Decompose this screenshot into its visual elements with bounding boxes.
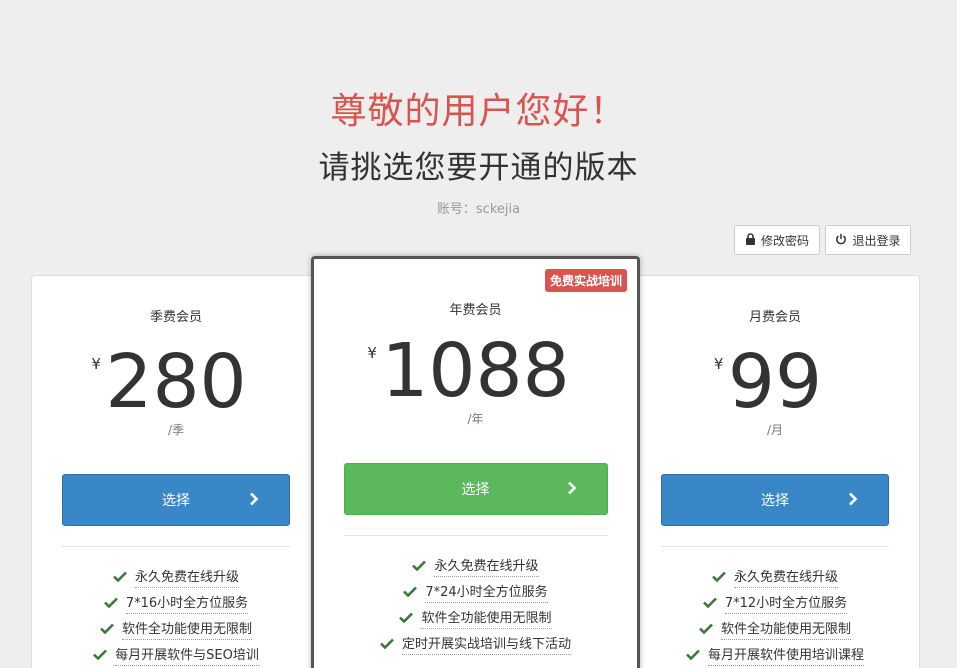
- chevron-right-icon: [848, 492, 858, 510]
- lock-icon: [745, 232, 756, 248]
- check-icon: [403, 586, 418, 601]
- price-value: 1088: [381, 328, 570, 414]
- check-icon: [412, 560, 427, 575]
- check-icon: [93, 649, 108, 664]
- feature-item: 7*16小时全方位服务: [31, 591, 321, 617]
- plan-card-monthly: 月费会员 ¥ 99 /月 选择 永久免费在线升级 7*12小时全方位服务 软件全…: [630, 275, 920, 668]
- greeting-title: 尊敬的用户您好！: [330, 91, 627, 132]
- feature-item: 软件全功能使用无限制: [31, 617, 321, 643]
- logout-button[interactable]: 退出登录: [825, 225, 911, 255]
- currency-symbol: ¥: [713, 355, 724, 373]
- feature-item: 永久免费在线升级: [630, 565, 920, 591]
- price: ¥ 99: [714, 345, 822, 419]
- plan-name: 年费会员: [449, 303, 502, 318]
- feature-item: 7*12小时全方位服务: [630, 591, 920, 617]
- chevron-right-icon: [567, 481, 577, 499]
- page-subtitle: 请挑选您要开通的版本: [318, 150, 639, 186]
- feature-list: 永久免费在线升级 7*24小时全方位服务 软件全功能使用无限制 定时开展实战培训…: [314, 554, 637, 658]
- check-icon: [686, 649, 700, 664]
- select-label: 选择: [761, 493, 789, 509]
- account-label: 账号：sckejia: [436, 202, 521, 217]
- divider: [343, 535, 608, 536]
- check-icon: [712, 571, 726, 586]
- check-icon: [103, 597, 118, 612]
- check-icon: [399, 612, 414, 627]
- price-value: 99: [727, 339, 823, 425]
- feature-item: 软件全功能使用无限制: [314, 606, 637, 632]
- feature-item: 7*24小时全方位服务: [314, 580, 637, 606]
- check-icon: [702, 597, 717, 612]
- price: ¥ 1088: [367, 334, 569, 408]
- change-password-label: 修改密码: [760, 233, 809, 248]
- select-quarterly-button[interactable]: 选择: [62, 474, 290, 526]
- select-label: 选择: [461, 482, 490, 498]
- promo-badge: 免费实战培训: [544, 269, 627, 292]
- plan-card-quarterly: 季费会员 ¥ 280 /季 选择 永久免费在线升级 7*16小时全方位服务 软件…: [31, 275, 321, 668]
- feature-item: 每月开展软件使用培训课程: [630, 643, 920, 668]
- check-icon: [100, 623, 114, 638]
- select-label: 选择: [162, 493, 190, 509]
- check-icon: [699, 623, 713, 638]
- feature-item: 定时开展实战培训与线下活动: [314, 632, 637, 658]
- divider: [661, 546, 889, 547]
- divider: [62, 546, 290, 547]
- feature-list: 永久免费在线升级 7*16小时全方位服务 软件全功能使用无限制 每月开展软件与S…: [31, 565, 321, 668]
- logout-label: 退出登录: [852, 233, 901, 248]
- currency-symbol: ¥: [91, 355, 101, 373]
- select-monthly-button[interactable]: 选择: [661, 474, 889, 526]
- plan-name: 月费会员: [748, 310, 801, 325]
- plan-name: 季费会员: [149, 310, 202, 325]
- change-password-button[interactable]: 修改密码: [734, 225, 820, 255]
- feature-item: 永久免费在线升级: [314, 554, 637, 580]
- select-yearly-button[interactable]: 选择: [343, 463, 608, 515]
- price-value: 280: [105, 339, 247, 425]
- power-icon: [835, 233, 847, 248]
- chevron-right-icon: [249, 492, 259, 510]
- price: ¥ 280: [91, 345, 246, 419]
- pricing-page: 尊敬的用户您好！ 请挑选您要开通的版本 账号：sckejia 修改密码 退出登录…: [0, 0, 957, 668]
- plan-card-yearly: 免费实战培训 年费会员 ¥ 1088 /年 选择 永久免费在线升级 7*24小时…: [311, 256, 640, 668]
- feature-item: 每月开展软件与SEO培训: [31, 643, 321, 668]
- check-icon: [113, 571, 127, 586]
- feature-list: 永久免费在线升级 7*12小时全方位服务 软件全功能使用无限制 每月开展软件使用…: [630, 565, 920, 668]
- currency-symbol: ¥: [367, 344, 377, 362]
- feature-item: 永久免费在线升级: [31, 565, 321, 591]
- feature-item: 软件全功能使用无限制: [630, 617, 920, 643]
- check-icon: [380, 638, 394, 653]
